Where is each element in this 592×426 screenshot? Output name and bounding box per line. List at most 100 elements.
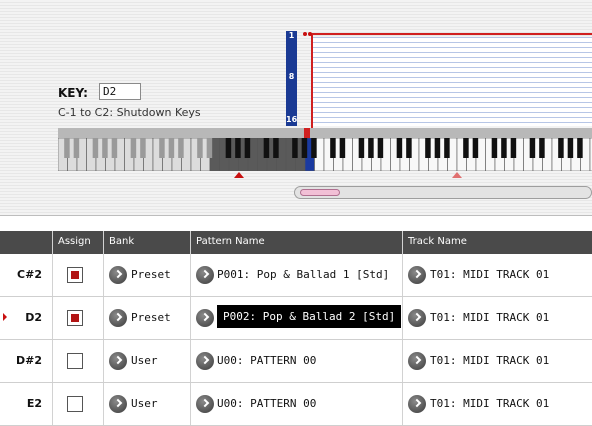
table-row[interactable]: E2 User U00: PATTERN 00 T01: MIDI TRACK … (0, 383, 592, 426)
track-name[interactable]: T01: MIDI TRACK 01 (430, 354, 549, 367)
table-row-selected[interactable]: D2 Preset P002: Pop & Ballad 2 [Std] T01… (0, 297, 592, 340)
black-key[interactable] (311, 138, 317, 158)
row-key: C#2 (17, 268, 42, 281)
black-key[interactable] (206, 138, 213, 158)
black-key[interactable] (339, 138, 346, 158)
bank-popup-icon[interactable] (109, 266, 127, 284)
assign-checkbox[interactable] (67, 310, 83, 326)
black-key[interactable] (358, 138, 365, 158)
track-name[interactable]: T01: MIDI TRACK 01 (430, 397, 549, 410)
black-key[interactable] (463, 138, 469, 158)
track-line-vertical (311, 33, 313, 128)
black-key[interactable] (444, 138, 450, 158)
bank-popup-icon[interactable] (109, 352, 127, 370)
row-key: D#2 (15, 354, 42, 367)
black-key[interactable] (510, 138, 517, 158)
black-key[interactable] (235, 138, 241, 158)
black-key[interactable] (159, 138, 165, 158)
bank-popup-icon[interactable] (109, 309, 127, 327)
bank-value[interactable]: Preset (131, 268, 171, 281)
black-key[interactable] (292, 138, 298, 158)
black-key[interactable] (73, 138, 80, 158)
track-popup-icon[interactable] (408, 266, 426, 284)
black-key[interactable] (577, 138, 583, 158)
black-key[interactable] (178, 138, 184, 158)
bank-popup-icon[interactable] (109, 395, 127, 413)
velocity-top-label: 1 (288, 31, 295, 40)
header-track-name: Track Name (402, 231, 592, 254)
track-dot-2 (308, 32, 312, 36)
row-key: E2 (26, 397, 42, 410)
velocity-bottom-label: 16 (286, 115, 298, 124)
track-lanes (313, 37, 592, 126)
keyboard-panel: KEY: D2 C-1 to C2: Shutdown Keys 1 8 16 (0, 0, 592, 216)
track-line-horizontal (312, 33, 592, 35)
black-key[interactable] (244, 138, 251, 158)
bank-value[interactable]: User (131, 354, 158, 367)
shutdown-limit-marker[interactable] (234, 172, 244, 178)
shutdown-keys-note: C-1 to C2: Shutdown Keys (58, 106, 201, 119)
black-key[interactable] (539, 138, 545, 158)
bank-value[interactable]: User (131, 397, 158, 410)
black-key[interactable] (472, 138, 479, 158)
pattern-popup-icon[interactable] (196, 352, 214, 370)
track-popup-icon[interactable] (408, 395, 426, 413)
black-key[interactable] (396, 138, 403, 158)
track-popup-icon[interactable] (408, 309, 426, 327)
table-row[interactable]: D#2 User U00: PATTERN 00 T01: MIDI TRACK… (0, 340, 592, 383)
table-header: Assign Bank Pattern Name Track Name (0, 231, 592, 254)
track-name[interactable]: T01: MIDI TRACK 01 (430, 268, 549, 281)
assign-checkbox[interactable] (67, 353, 83, 369)
black-key[interactable] (567, 138, 574, 158)
track-popup-icon[interactable] (408, 352, 426, 370)
black-key[interactable] (197, 138, 203, 158)
middle-c-marker (452, 172, 462, 178)
black-key[interactable] (130, 138, 137, 158)
black-key[interactable] (301, 138, 308, 158)
key-assign-table: Assign Bank Pattern Name Track Name C#2 … (0, 231, 592, 426)
header-bank: Bank (103, 231, 190, 254)
black-key[interactable] (263, 138, 270, 158)
key-label: KEY: (58, 86, 88, 100)
black-key[interactable] (92, 138, 99, 158)
black-key[interactable] (102, 138, 108, 158)
pattern-popup-icon[interactable] (196, 395, 214, 413)
pattern-name[interactable]: U00: PATTERN 00 (217, 354, 316, 367)
pattern-name-selected[interactable]: P002: Pop & Ballad 2 [Std] (217, 305, 402, 328)
keyboard-scroll-thumb[interactable] (300, 189, 340, 196)
pattern-name[interactable]: U00: PATTERN 00 (217, 397, 316, 410)
black-key[interactable] (377, 138, 384, 158)
key-field[interactable]: D2 (99, 83, 141, 100)
table-row[interactable]: C#2 Preset P001: Pop & Ballad 1 [Std] T0… (0, 254, 592, 297)
track-name[interactable]: T01: MIDI TRACK 01 (430, 311, 549, 324)
black-key[interactable] (368, 138, 374, 158)
assign-checkbox[interactable] (67, 267, 83, 283)
pattern-popup-icon[interactable] (196, 309, 214, 327)
black-key[interactable] (225, 138, 232, 158)
selected-key-range-marker (304, 128, 310, 138)
bank-value[interactable]: Preset (131, 311, 171, 324)
black-key[interactable] (111, 138, 118, 158)
key-range-bar (58, 128, 592, 138)
black-key[interactable] (425, 138, 431, 158)
black-key[interactable] (168, 138, 175, 158)
black-key[interactable] (64, 138, 70, 158)
black-key[interactable] (491, 138, 498, 158)
header-assign: Assign (52, 231, 103, 254)
velocity-mid-label: 8 (288, 72, 295, 81)
header-pattern-name: Pattern Name (190, 231, 402, 254)
black-key[interactable] (434, 138, 441, 158)
black-key[interactable] (330, 138, 336, 158)
pattern-name[interactable]: P001: Pop & Ballad 1 [Std] (217, 268, 389, 281)
black-key[interactable] (529, 138, 536, 158)
black-key[interactable] (501, 138, 507, 158)
pattern-popup-icon[interactable] (196, 266, 214, 284)
track-dot-1 (303, 32, 307, 36)
assign-checkbox[interactable] (67, 396, 83, 412)
black-key[interactable] (140, 138, 146, 158)
keyboard[interactable] (58, 138, 592, 171)
black-key[interactable] (273, 138, 279, 158)
black-key[interactable] (558, 138, 564, 158)
row-key: D2 (25, 311, 42, 324)
black-key[interactable] (406, 138, 412, 158)
